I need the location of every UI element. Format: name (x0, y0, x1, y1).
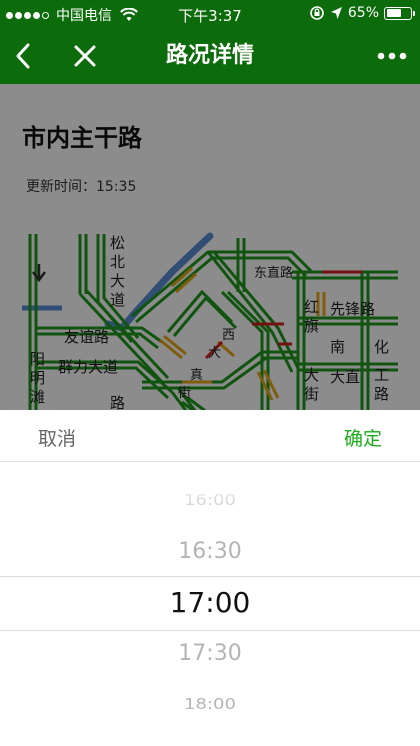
picker-option[interactable]: 16:30 (0, 541, 420, 563)
selection-line-bottom (0, 630, 420, 631)
confirm-button[interactable]: 确定 (344, 424, 382, 451)
status-right: 65% (309, 5, 415, 21)
close-button[interactable] (66, 28, 104, 84)
nav-bar: 路况详情 (0, 28, 420, 84)
more-button[interactable] (370, 28, 414, 84)
time-picker-sheet: 取消 确定 16:00 16:30 17:00 17:30 18:00 (0, 410, 420, 746)
more-dots-icon (377, 52, 407, 60)
location-arrow-icon (330, 7, 342, 19)
battery-percent: 65% (347, 5, 379, 21)
close-icon (74, 45, 96, 67)
picker-option[interactable]: 16:00 (0, 493, 420, 509)
picker-option[interactable]: 17:30 (0, 643, 420, 665)
selection-line-top (0, 576, 420, 577)
status-bar: 中国电信 下午3:37 65% (0, 0, 420, 28)
orientation-lock-icon (310, 6, 324, 20)
picker-option-selected[interactable]: 17:00 (0, 589, 420, 617)
back-chevron-icon (16, 43, 30, 69)
cancel-button[interactable]: 取消 (38, 424, 76, 451)
time-picker-wheel[interactable]: 16:00 16:30 17:00 17:30 18:00 (0, 462, 420, 746)
back-button[interactable] (6, 28, 40, 84)
battery-level (386, 9, 402, 17)
battery-icon (384, 6, 415, 20)
page-header-title: 路况详情 (165, 43, 254, 68)
picker-option[interactable]: 18:00 (0, 697, 420, 713)
picker-toolbar: 取消 确定 (0, 410, 420, 462)
modal-backdrop[interactable] (0, 84, 420, 410)
